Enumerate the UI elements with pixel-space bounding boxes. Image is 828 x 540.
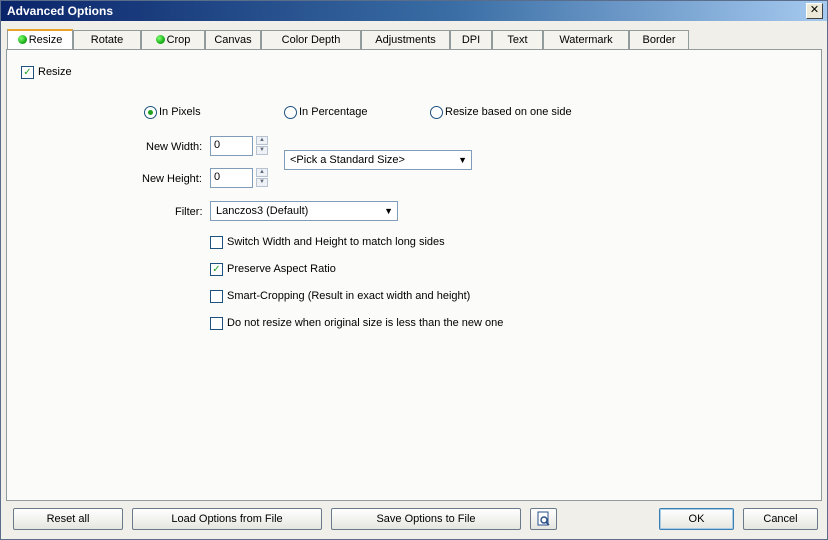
- height-down-button[interactable]: ▼: [256, 178, 268, 187]
- dropdown-arrow-icon: ▼: [458, 155, 467, 165]
- tab-adjustments[interactable]: Adjustments: [361, 30, 450, 49]
- tab-label: Color Depth: [281, 34, 341, 46]
- switch-wh-checkbox[interactable]: [210, 236, 223, 249]
- standard-size-value: <Pick a Standard Size>: [290, 154, 405, 166]
- arrow-up-icon: ▲: [259, 169, 265, 175]
- load-options-button[interactable]: Load Options from File: [132, 508, 322, 530]
- preview-search-icon: [537, 511, 550, 526]
- resize-enable-checkbox[interactable]: ✓: [21, 66, 34, 79]
- tab-rotate[interactable]: Rotate: [73, 30, 141, 49]
- tab-label: Canvas: [214, 34, 252, 46]
- status-dot-icon: [155, 35, 165, 44]
- status-dot-icon: [17, 35, 27, 44]
- tab-border[interactable]: Border: [629, 30, 689, 49]
- in-pixels-label: In Pixels: [159, 106, 201, 118]
- new-width-input[interactable]: 0: [210, 136, 253, 156]
- filter-dropdown[interactable]: Lanczos3 (Default) ▼: [210, 201, 398, 221]
- ok-button[interactable]: OK: [659, 508, 734, 530]
- new-height-input[interactable]: 0: [210, 168, 253, 188]
- arrow-up-icon: ▲: [259, 137, 265, 143]
- resize-enable-label: Resize: [38, 66, 72, 78]
- title-bar: Advanced Options ✕: [1, 1, 827, 21]
- tab-dpi[interactable]: DPI: [450, 30, 492, 49]
- new-width-label: New Width:: [146, 141, 203, 153]
- new-height-label: New Height:: [142, 173, 202, 185]
- tab-text[interactable]: Text: [492, 30, 543, 49]
- tab-label: Rotate: [90, 34, 124, 46]
- tab-color-depth[interactable]: Color Depth: [261, 30, 361, 49]
- close-icon: ✕: [809, 4, 820, 16]
- window-title: Advanced Options: [7, 4, 114, 18]
- filter-label: Filter:: [175, 206, 203, 218]
- switch-wh-label: Switch Width and Height to match long si…: [227, 236, 445, 248]
- close-button[interactable]: ✕: [806, 3, 823, 19]
- smart-cropping-checkbox[interactable]: [210, 290, 223, 303]
- tab-label: Watermark: [559, 34, 613, 46]
- tab-label: Border: [642, 34, 676, 46]
- preserve-aspect-checkbox[interactable]: ✓: [210, 263, 223, 276]
- no-upscale-checkbox[interactable]: [210, 317, 223, 330]
- in-pixels-radio[interactable]: [144, 106, 157, 119]
- standard-size-dropdown[interactable]: <Pick a Standard Size> ▼: [284, 150, 472, 170]
- in-percentage-radio[interactable]: [284, 106, 297, 119]
- tab-label: Crop: [166, 34, 191, 46]
- arrow-down-icon: ▼: [259, 179, 265, 185]
- advanced-options-window: Advanced Options ✕ Resize Rotate Crop Ca…: [0, 0, 828, 540]
- height-up-button[interactable]: ▲: [256, 168, 268, 177]
- tab-crop[interactable]: Crop: [141, 30, 205, 49]
- preserve-aspect-label: Preserve Aspect Ratio: [227, 263, 336, 275]
- dropdown-arrow-icon: ▼: [384, 206, 393, 216]
- preview-button[interactable]: [530, 508, 557, 530]
- no-upscale-label: Do not resize when original size is less…: [227, 317, 504, 329]
- filter-value: Lanczos3 (Default): [216, 205, 309, 217]
- smart-cropping-label: Smart-Cropping (Result in exact width an…: [227, 290, 471, 302]
- cancel-button[interactable]: Cancel: [743, 508, 818, 530]
- tab-label: Text: [507, 34, 528, 46]
- tab-label: Resize: [28, 34, 63, 46]
- tab-canvas[interactable]: Canvas: [205, 30, 261, 49]
- save-options-button[interactable]: Save Options to File: [331, 508, 521, 530]
- one-side-label: Resize based on one side: [445, 106, 572, 118]
- tab-label: DPI: [461, 34, 481, 46]
- width-down-button[interactable]: ▼: [256, 146, 268, 155]
- resize-panel: ✓ Resize In Pixels In Percentage Resize …: [6, 49, 822, 501]
- tab-label: Adjustments: [375, 34, 436, 46]
- one-side-radio[interactable]: [430, 106, 443, 119]
- reset-all-button[interactable]: Reset all: [13, 508, 123, 530]
- width-up-button[interactable]: ▲: [256, 136, 268, 145]
- tab-watermark[interactable]: Watermark: [543, 30, 629, 49]
- tab-resize[interactable]: Resize: [7, 29, 73, 50]
- in-percentage-label: In Percentage: [299, 106, 368, 118]
- arrow-down-icon: ▼: [259, 147, 265, 153]
